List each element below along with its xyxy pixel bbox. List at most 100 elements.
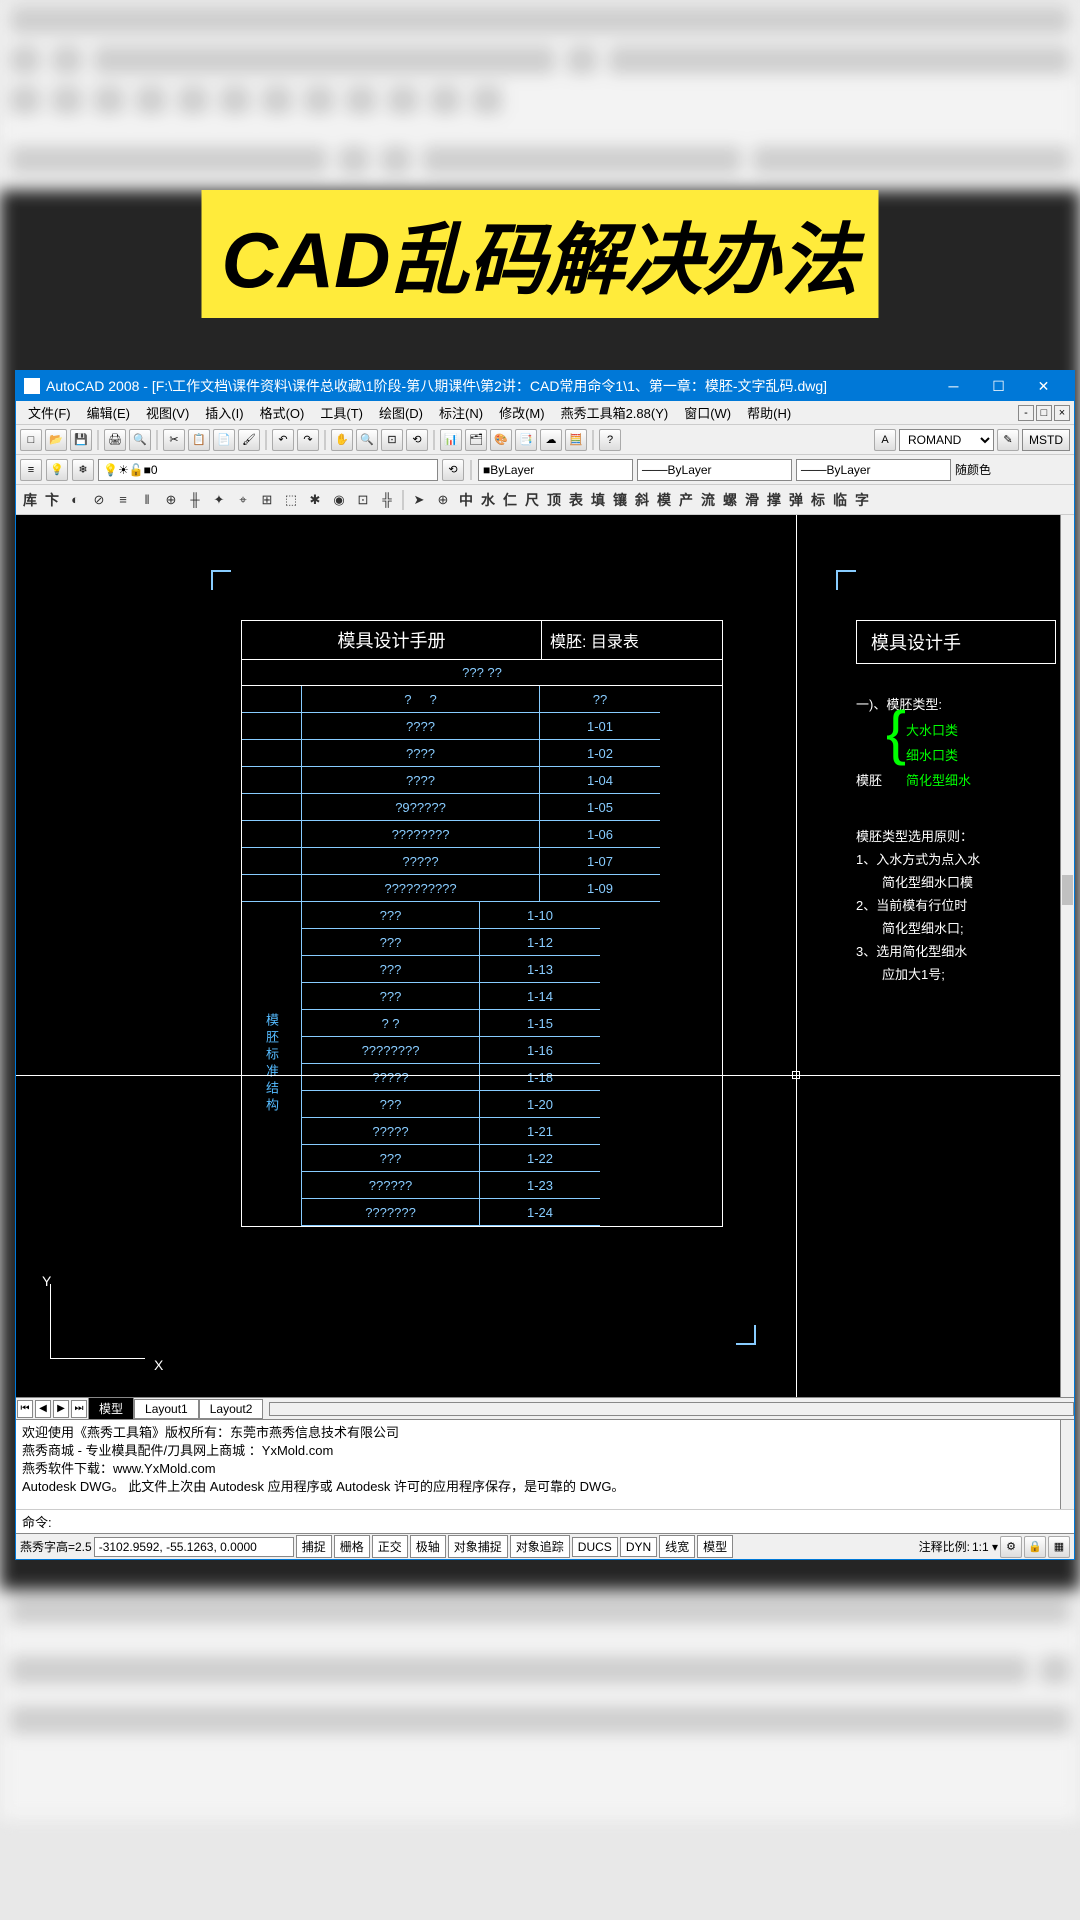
pal-icon-13[interactable]: ⊡ (352, 489, 374, 511)
toggle-lwt[interactable]: 线宽 (659, 1535, 695, 1558)
pal-icon-10[interactable]: ⬚ (280, 489, 302, 511)
pal-icon-11[interactable]: ✱ (304, 489, 326, 511)
help-icon[interactable]: ? (599, 429, 621, 451)
pal-icon-1[interactable]: ◐ (64, 489, 86, 511)
pal-icon-8[interactable]: ⌖ (232, 489, 254, 511)
pal-t18[interactable]: 字 (852, 490, 872, 510)
pal-t15[interactable]: 弹 (786, 490, 806, 510)
mstd-button[interactable]: MSTD (1022, 429, 1070, 451)
calc-icon[interactable]: 🧮 (565, 429, 587, 451)
color-combo[interactable]: ■ ByLayer (478, 459, 633, 481)
font-combo[interactable]: ROMAND (899, 429, 994, 451)
sheetset-icon[interactable]: 📑 (515, 429, 537, 451)
menu-format[interactable]: 格式(O) (252, 403, 313, 422)
titlebar[interactable]: AutoCAD 2008 - [F:\工作文档\课件资料\课件总收藏\1阶段-第… (16, 371, 1074, 401)
toolpalette-icon[interactable]: 🎨 (490, 429, 512, 451)
undo-icon[interactable]: ↶ (272, 429, 294, 451)
layer-combo[interactable]: 💡☀🔓■ 0 (98, 459, 438, 481)
toggle-dyn[interactable]: DYN (620, 1537, 657, 1557)
menu-dimension[interactable]: 标注(N) (431, 403, 491, 422)
command-history[interactable]: 欢迎使用《燕秀工具箱》版权所有：东莞市燕秀信息技术有限公司 燕秀商城 - 专业模… (16, 1419, 1074, 1509)
toggle-ducs[interactable]: DUCS (572, 1537, 618, 1557)
zoom-realtime-icon[interactable]: 🔍 (356, 429, 378, 451)
menu-draw[interactable]: 绘图(D) (371, 403, 431, 422)
zoom-window-icon[interactable]: ⊡ (381, 429, 403, 451)
linetype-combo[interactable]: ─── ByLayer (637, 459, 792, 481)
pal-t12[interactable]: 螺 (720, 490, 740, 510)
redo-icon[interactable]: ↷ (297, 429, 319, 451)
save-icon[interactable]: 💾 (70, 429, 92, 451)
command-input[interactable]: 命令: (16, 1509, 1074, 1533)
pal-icon-9[interactable]: ⊞ (256, 489, 278, 511)
pal-icon-6[interactable]: ╫ (184, 489, 206, 511)
zoom-previous-icon[interactable]: ⟲ (406, 429, 428, 451)
pal-t17[interactable]: 临 (830, 490, 850, 510)
maximize-button[interactable]: ☐ (976, 371, 1021, 401)
workspace-icon[interactable]: ▦ (1048, 1536, 1070, 1558)
menu-window[interactable]: 窗口(W) (676, 403, 739, 422)
pal-t0[interactable]: 中 (456, 490, 476, 510)
toggle-otrack[interactable]: 对象追踪 (510, 1535, 570, 1558)
tab-last[interactable]: ⏭ (71, 1400, 87, 1418)
layer-state-icon[interactable]: 💡 (46, 459, 68, 481)
preview-icon[interactable]: 🔍 (129, 429, 151, 451)
tab-layout1[interactable]: Layout1 (134, 1399, 199, 1419)
cut-icon[interactable]: ✂ (163, 429, 185, 451)
toggle-snap[interactable]: 捕捉 (296, 1535, 332, 1558)
minimize-button[interactable]: ─ (931, 371, 976, 401)
pal-t6[interactable]: 填 (588, 490, 608, 510)
pal-t5[interactable]: 表 (566, 490, 586, 510)
tab-prev[interactable]: ◀ (35, 1400, 51, 1418)
pal-bian[interactable]: 卞 (42, 490, 62, 510)
pal-icon-12[interactable]: ◉ (328, 489, 350, 511)
menu-modify[interactable]: 修改(M) (491, 403, 553, 422)
pal-icon-7[interactable]: ✦ (208, 489, 230, 511)
pal-t4[interactable]: 顶 (544, 490, 564, 510)
pan-icon[interactable]: ✋ (331, 429, 353, 451)
pal-t11[interactable]: 流 (698, 490, 718, 510)
close-button[interactable]: ✕ (1021, 371, 1066, 401)
menu-help[interactable]: 帮助(H) (739, 403, 799, 422)
menu-edit[interactable]: 编辑(E) (79, 403, 138, 422)
tab-layout2[interactable]: Layout2 (199, 1399, 264, 1419)
tab-first[interactable]: ⏮ (17, 1400, 33, 1418)
pal-t9[interactable]: 模 (654, 490, 674, 510)
paste-icon[interactable]: 📄 (213, 429, 235, 451)
mdi-restore[interactable]: □ (1036, 405, 1052, 421)
layer-freeze-icon[interactable]: ❄ (72, 459, 94, 481)
new-icon[interactable]: □ (20, 429, 42, 451)
cmd-scrollbar[interactable] (1060, 1420, 1074, 1509)
vertical-scrollbar[interactable] (1060, 515, 1074, 1397)
lineweight-combo[interactable]: ─── ByLayer (796, 459, 951, 481)
tab-model[interactable]: 模型 (88, 1397, 134, 1420)
menu-yanxiu[interactable]: 燕秀工具箱2.88(Y) (553, 403, 677, 422)
properties-icon[interactable]: 📊 (440, 429, 462, 451)
plot-icon[interactable]: 🖨 (104, 429, 126, 451)
menu-tools[interactable]: 工具(T) (312, 403, 371, 422)
open-icon[interactable]: 📂 (45, 429, 67, 451)
layer-manager-icon[interactable]: ≡ (20, 459, 42, 481)
menu-insert[interactable]: 插入(I) (197, 403, 251, 422)
pal-icon-2[interactable]: ⊘ (88, 489, 110, 511)
pal-icon-5[interactable]: ⊕ (160, 489, 182, 511)
horizontal-scrollbar[interactable] (269, 1402, 1074, 1416)
pal-lib[interactable]: 库 (20, 490, 40, 510)
toggle-polar[interactable]: 极轴 (410, 1535, 446, 1558)
pal-t16[interactable]: 标 (808, 490, 828, 510)
pal-t7[interactable]: 镶 (610, 490, 630, 510)
pal-t1[interactable]: 水 (478, 490, 498, 510)
annotation-icon[interactable]: ⚙ (1000, 1536, 1022, 1558)
pal-t3[interactable]: 尺 (522, 490, 542, 510)
pal-t8[interactable]: 斜 (632, 490, 652, 510)
toggle-ortho[interactable]: 正交 (372, 1535, 408, 1558)
text-edit-icon[interactable]: ✎ (997, 429, 1019, 451)
designcenter-icon[interactable]: 🗂 (465, 429, 487, 451)
lock-icon[interactable]: 🔒 (1024, 1536, 1046, 1558)
tab-next[interactable]: ▶ (53, 1400, 69, 1418)
matchprop-icon[interactable]: 🖌 (238, 429, 260, 451)
text-style-icon[interactable]: A (874, 429, 896, 451)
pal-t10[interactable]: 产 (676, 490, 696, 510)
pal-icon-15[interactable]: ➤ (408, 489, 430, 511)
drawing-canvas[interactable]: 模具设计手册 模胚: 目录表 ??? ?? ? ???????1-01????1… (16, 515, 1074, 1397)
pal-icon-14[interactable]: ╬ (376, 489, 398, 511)
